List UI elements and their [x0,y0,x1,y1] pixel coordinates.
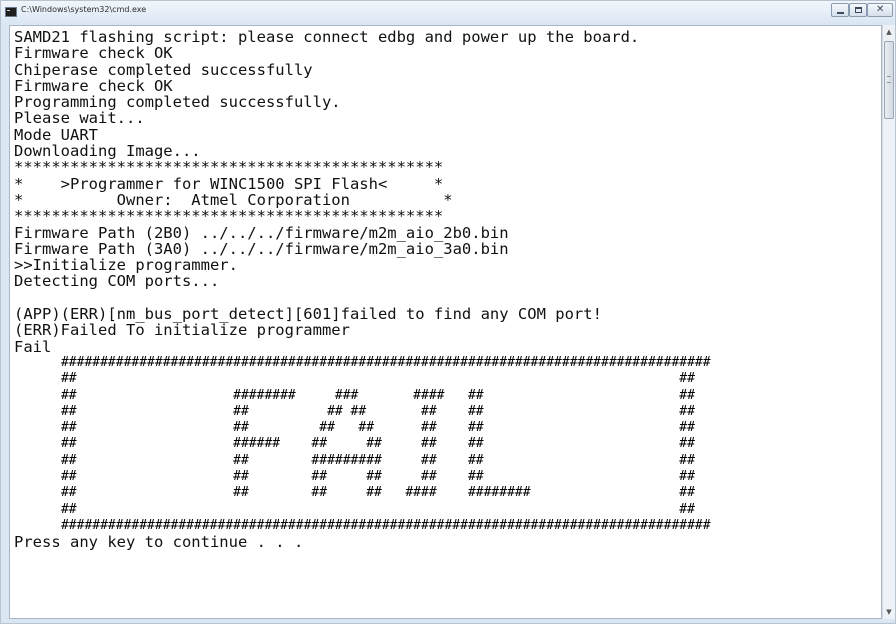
console-line: >>Initialize programmer. [14,256,238,275]
console-line: (APP)(ERR)[nm_bus_port_detect][601]faile… [14,305,602,324]
cmd-window: C:\Windows\system32\cmd.exe ✕ SAMD21 fla… [0,0,896,624]
close-icon: ✕ [876,4,885,15]
console-line: ## ## ######### ## ## ## [14,452,695,468]
console-line: Please wait... [14,109,145,128]
scroll-down-arrow-icon[interactable]: ▼ [883,605,895,619]
minimize-icon [837,12,844,14]
console-line: (ERR)Failed To initialize programmer [14,321,350,340]
console-line: Fail [14,337,52,356]
console-line: SAMD21 flashing script: please connect e… [14,28,640,46]
window-title: C:\Windows\system32\cmd.exe [21,5,147,14]
console-line: Mode UART [14,125,98,144]
console-line: ## ## ## ## ## ## ## [14,420,695,436]
console-line: ## ## ## ## ## ## ## [14,403,695,419]
console-line: Firmware check OK [14,76,173,95]
console-line: * >Programmer for WINC1500 SPI Flash< * [14,174,444,193]
close-button[interactable]: ✕ [867,3,893,17]
console-line: Programming completed successfully. [14,93,341,112]
console-line: ## ######## ### #### ## ## [14,387,695,403]
console-line: Firmware check OK [14,44,173,63]
console-output[interactable]: SAMD21 flashing script: please connect e… [9,25,882,619]
console-line: Firmware Path (3A0) ../../../firmware/m2… [14,239,509,258]
console-line: ########################################… [14,517,711,533]
console-line: Detecting COM ports... [14,272,220,291]
console-line: ## ## ## ## #### ######## ## [14,485,695,501]
console-line: * Owner: Atmel Corporation * [14,190,453,209]
maximize-button[interactable] [849,3,867,17]
console-lines: SAMD21 flashing script: please connect e… [14,29,711,551]
vertical-scrollbar[interactable]: ▲ ▼ [882,25,895,619]
console-line: ****************************************… [14,207,444,226]
console-line: ## ###### ## ## ## ## ## [14,436,695,452]
console-line: ## ## ## ## ## ## ## [14,469,695,485]
console-line: ## ## [14,501,695,517]
cmd-console-icon[interactable] [5,7,17,17]
console-line: ****************************************… [14,158,444,177]
console-line: Chiperase completed successfully [14,60,313,79]
scroll-up-arrow-icon[interactable]: ▲ [883,25,895,39]
console-line: Firmware Path (2B0) ../../../firmware/m2… [14,223,509,242]
console-line: ## ## [14,371,695,387]
title-bar[interactable]: C:\Windows\system32\cmd.exe ✕ [1,1,895,23]
minimize-button[interactable] [831,3,849,17]
maximize-icon [855,7,862,13]
console-line: ########################################… [14,354,711,370]
scroll-thumb[interactable] [884,41,894,119]
console-line: Downloading Image... [14,142,201,161]
console-line: Press any key to continue . . . [14,533,304,552]
